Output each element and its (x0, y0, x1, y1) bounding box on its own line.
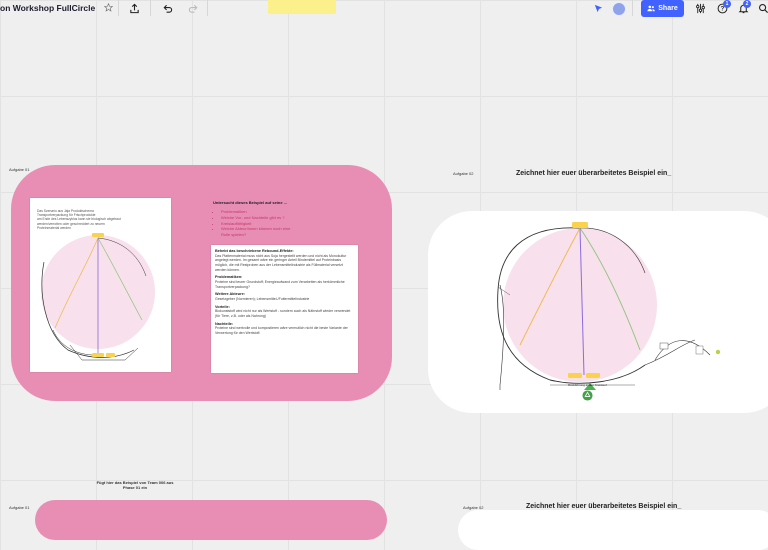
recycle-icon (582, 390, 593, 401)
diagram-caption: Rückführung in den Kreislauf (568, 383, 607, 387)
analysis-card[interactable]: Behebt das beschriebene Rebound-Effekte:… (211, 245, 358, 373)
share-people-icon (647, 5, 656, 12)
frame-label-aufgabe-01: Aufgabe 01 (9, 167, 30, 172)
task-item: Rolle spielen? (221, 232, 247, 238)
frame-label-aufgabe-01-lower: Aufgabe 01 (9, 505, 30, 510)
top-toolbar: on Workshop FullCircle Share ? 1 2 (0, 0, 768, 20)
notification-badge: 2 (743, 0, 751, 8)
settings-sliders-icon[interactable] (692, 0, 708, 16)
diagram-card[interactable]: Das Szenario aus Jaja Produktschema Tran… (30, 198, 171, 372)
task-heading: Untersucht dieses Beispiel auf seine ... (213, 200, 288, 205)
frame-heading-lower: Zeichnet hier euer überarbeitetes Beispi… (526, 503, 682, 510)
problem-text: Proteine sind teurer Grundstoff; Energie… (215, 279, 345, 289)
pros-text: Biokunststoff wird nicht nur als Wertsto… (215, 309, 351, 318)
frame-label-aufgabe-02: Aufgabe 02 (453, 171, 474, 176)
task-item: Welche Vor- und Nachteile gibt es ? (221, 215, 290, 221)
share-label: Share (658, 5, 678, 12)
share-button[interactable]: Share (641, 0, 684, 17)
analysis-content: Behebt das beschriebene Rebound-Effekte:… (215, 249, 353, 336)
search-icon[interactable] (755, 0, 768, 16)
cons-text: Proteine sind wertvolle und kompostieren… (215, 326, 348, 335)
undo-icon[interactable] (159, 0, 175, 16)
bottom-note: Fügt hier das Beispiel von Team 006 aus … (95, 480, 175, 490)
sticky-note[interactable] (268, 0, 336, 14)
upload-icon[interactable] (126, 0, 142, 16)
toolbar-divider (118, 0, 119, 16)
frame-aufgabe-02-lower[interactable] (458, 510, 768, 550)
star-icon[interactable] (104, 3, 113, 12)
rebound-text: Das Plattenmaterial muss nicht aus Soja … (215, 253, 347, 272)
cycle-diagram (41, 233, 155, 361)
avatar[interactable] (612, 2, 626, 16)
board-title[interactable]: on Workshop FullCircle (0, 3, 95, 13)
task-list: Problematiken Welche Vor- und Nachteile … (213, 209, 290, 238)
cursor-icon[interactable] (590, 0, 606, 16)
frame-heading: Zeichnet hier euer überarbeitetes Beispi… (516, 170, 672, 177)
redrawn-cycle-diagram (497, 222, 721, 390)
bottom-note-line: Phase 01 ein (122, 485, 148, 490)
toolbar-divider (207, 0, 208, 16)
redo-icon[interactable] (185, 0, 201, 16)
toolbar-divider (632, 0, 633, 16)
frame-aufgabe-01-lower[interactable] (35, 500, 387, 540)
help-badge: 1 (723, 0, 731, 8)
toolbar-divider (150, 0, 151, 16)
